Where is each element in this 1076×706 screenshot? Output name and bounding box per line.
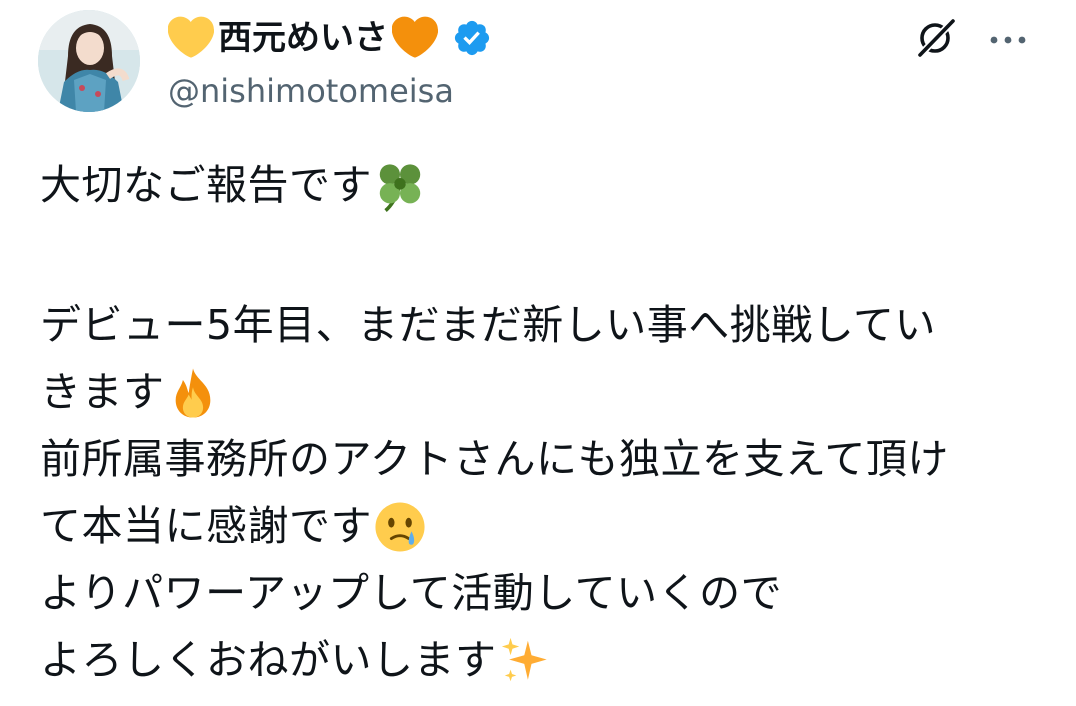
tweet-line-text: よろしくおねがいします bbox=[40, 636, 497, 684]
more-options-button[interactable] bbox=[982, 14, 1034, 66]
tweet-line-text: きます bbox=[40, 368, 165, 416]
sparkles-icon bbox=[499, 635, 551, 687]
tweet-line: て本当に感謝です bbox=[40, 493, 1050, 560]
four-leaf-clover-icon bbox=[374, 160, 426, 212]
tweet-line-text: て本当に感謝です bbox=[40, 502, 372, 550]
orange-heart-icon bbox=[392, 15, 438, 61]
display-name[interactable]: 西元めいさ bbox=[218, 10, 388, 66]
author-name-row[interactable]: 西元めいさ bbox=[168, 10, 492, 66]
tweet-line-text: デビュー5年目、まだまだ新しい事へ挑戦してい bbox=[40, 301, 937, 349]
tweet-line: 大切なご報告です bbox=[40, 152, 1050, 219]
more-horizontal-icon bbox=[988, 31, 1028, 50]
tweet-line-text: 大切なご報告です bbox=[40, 161, 372, 209]
tweet-line: デビュー5年目、まだまだ新しい事へ挑戦してい bbox=[40, 292, 1050, 359]
grok-button[interactable] bbox=[908, 14, 962, 66]
tweet-line: よろしくおねがいします bbox=[40, 627, 1050, 694]
fire-icon bbox=[167, 367, 219, 419]
tweet-line: 前所属事務所のアクトさんにも独立を支えて頂け bbox=[40, 426, 1050, 493]
verified-badge-icon[interactable] bbox=[452, 18, 492, 58]
tweet-line: よりパワーアップして活動していくので bbox=[40, 560, 1050, 627]
tweet-text: 大切なご報告です デビュー5年目、まだまだ新しい事へ挑戦してい きます 前所属事… bbox=[40, 152, 1050, 694]
grok-icon bbox=[911, 14, 959, 66]
tweet-line-text: 前所属事務所のアクトさんにも独立を支えて頂け bbox=[40, 435, 949, 483]
author-handle[interactable]: @nishimotomeisa bbox=[168, 68, 454, 114]
face-holding-back-tears-icon bbox=[374, 501, 426, 553]
tweet-line-text: よりパワーアップして活動していくので bbox=[40, 569, 783, 617]
tweet-line: きます bbox=[40, 359, 1050, 426]
yellow-heart-icon bbox=[168, 15, 214, 61]
avatar[interactable] bbox=[38, 10, 140, 112]
